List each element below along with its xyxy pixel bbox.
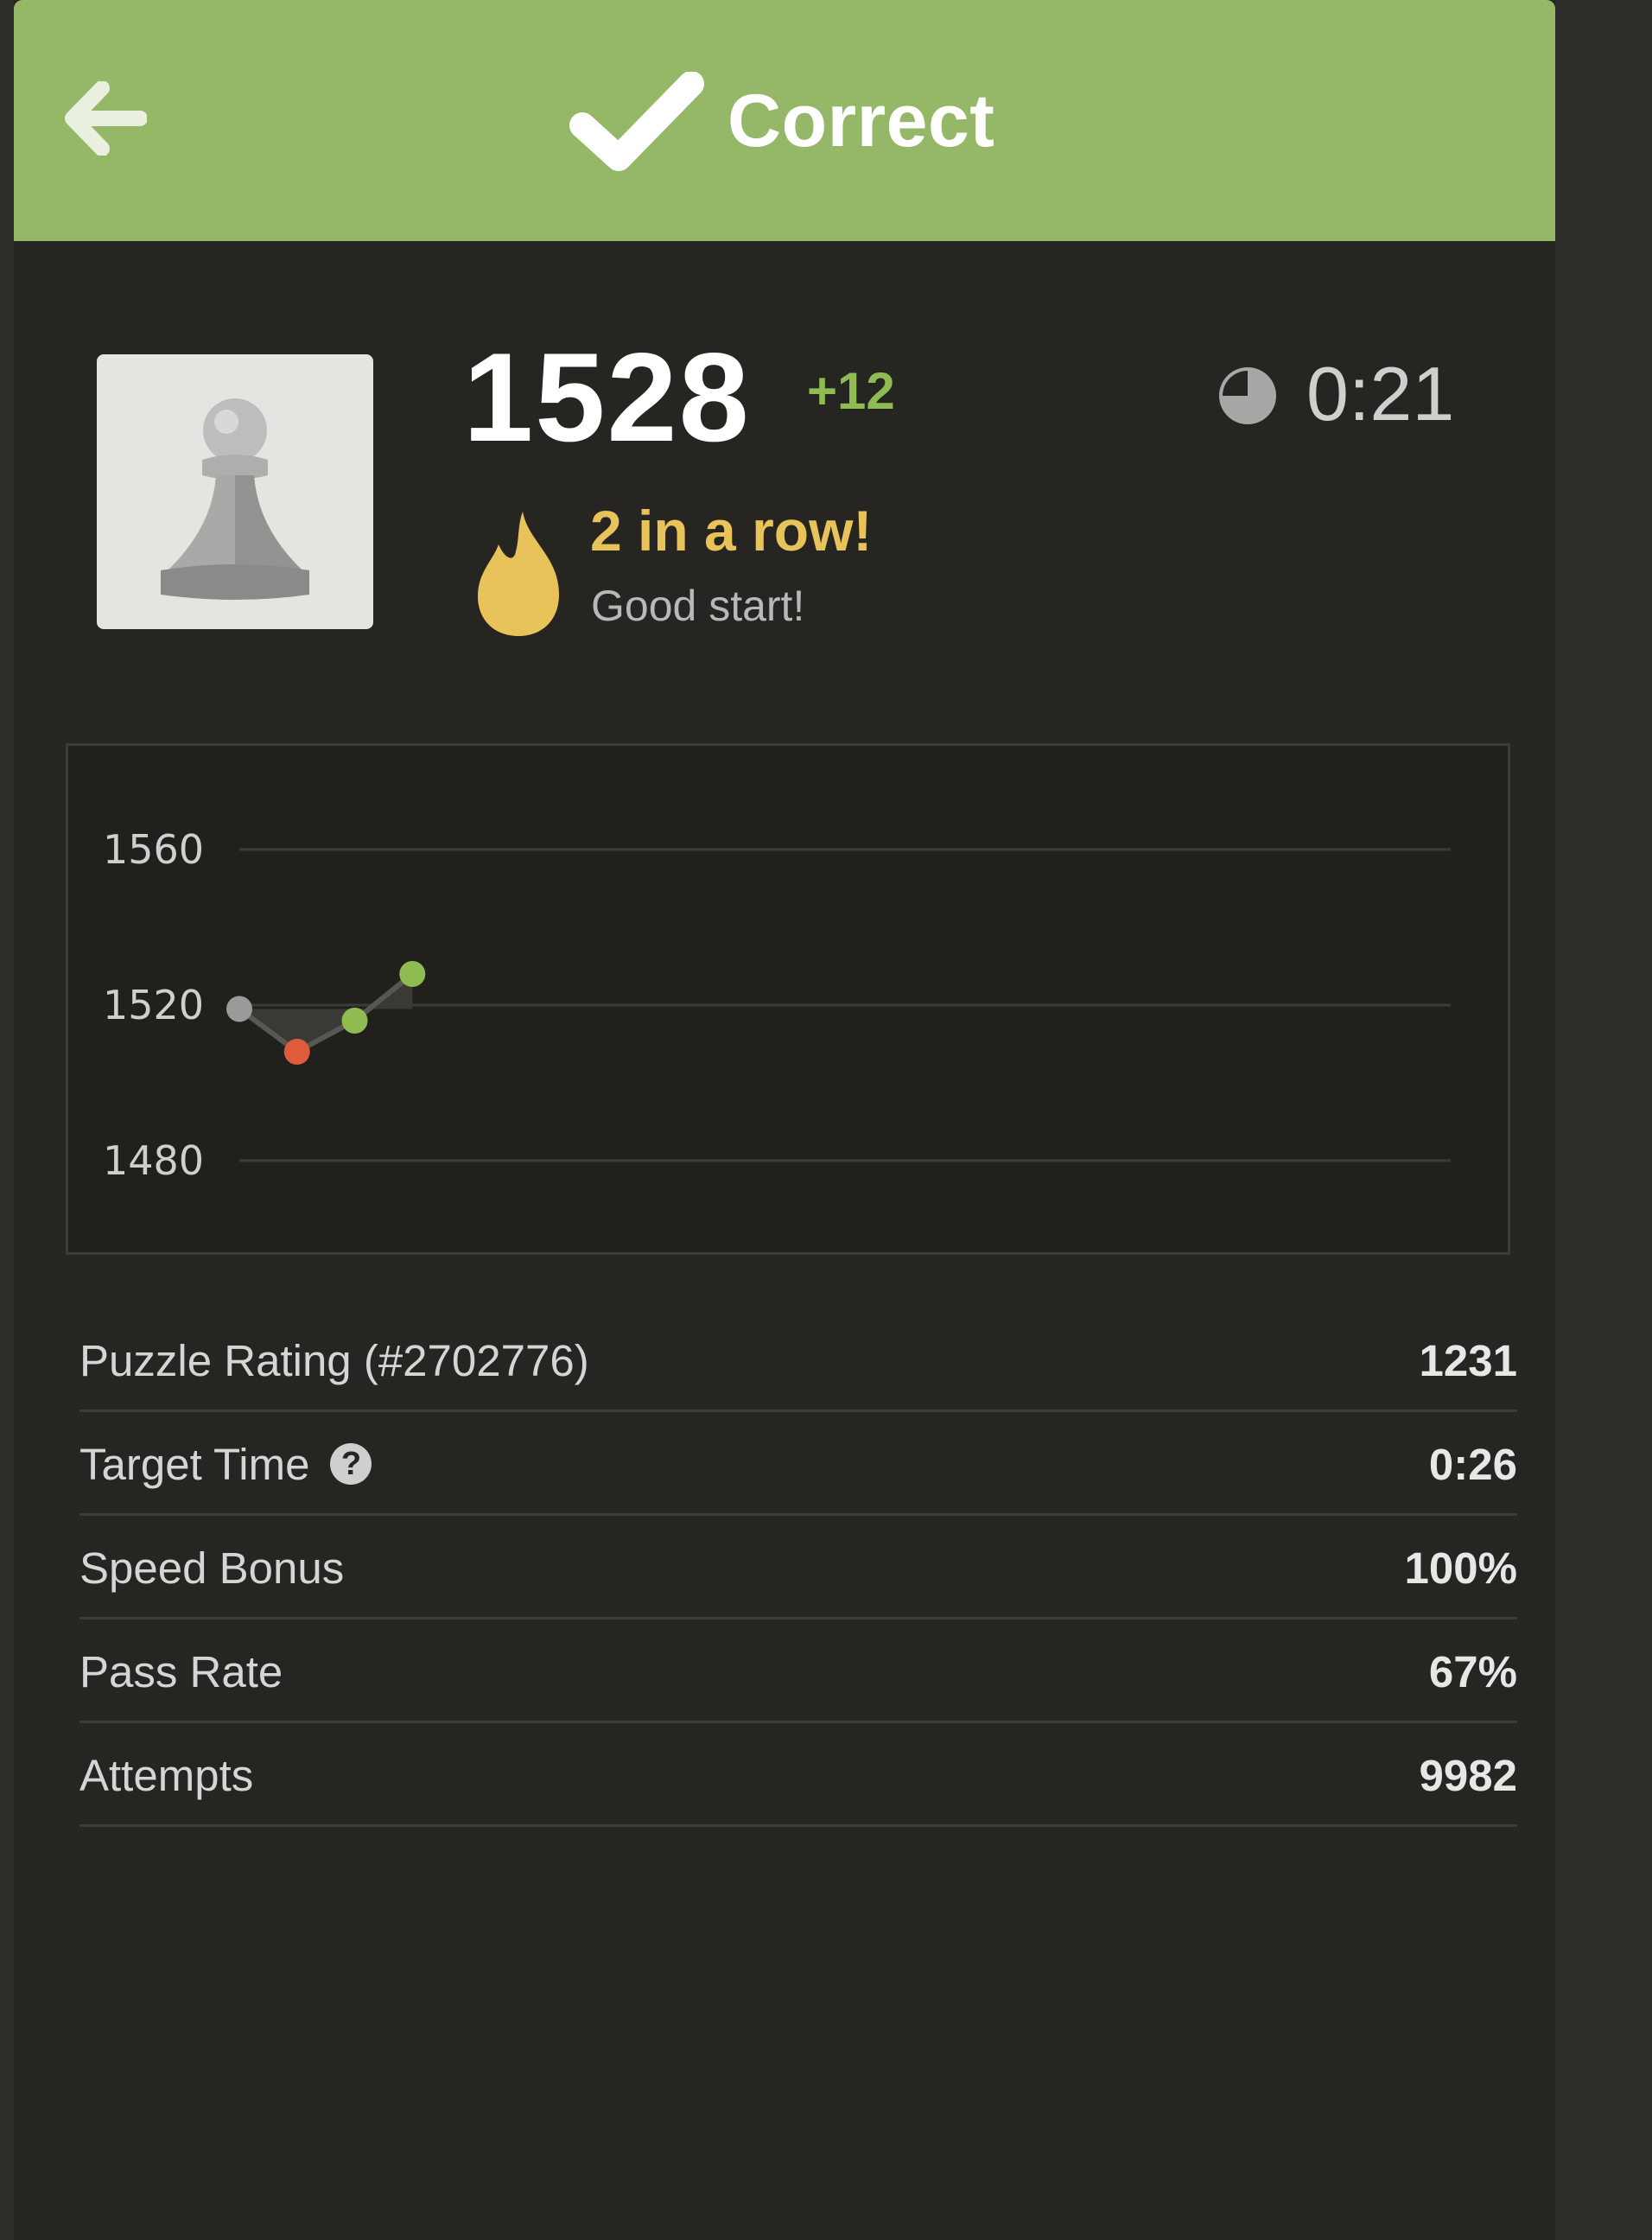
rating-chart: 1560 1520 1480 [66, 743, 1510, 1255]
stat-value: 9982 [1419, 1750, 1517, 1800]
stat-value: 1231 [1419, 1335, 1517, 1385]
stat-label-text: Target Time [79, 1439, 310, 1489]
data-point-correct [399, 961, 426, 987]
rating-area [239, 974, 413, 1052]
stat-row: Speed Bonus 100% [79, 1518, 1517, 1620]
stat-label-text: Pass Rate [79, 1646, 283, 1696]
data-point-incorrect [283, 1039, 310, 1065]
rating-chart-svg: 1560 1520 1480 [103, 826, 1451, 1184]
stat-row: Puzzle Rating (#2702776) 1231 [79, 1311, 1517, 1412]
puzzle-result-panel: Correct 1528 +12 0:21 2 in a row! Good s… [14, 0, 1555, 2240]
stat-value: 67% [1428, 1646, 1517, 1696]
y-tick-label: 1520 [103, 982, 204, 1028]
stats-list: Puzzle Rating (#2702776) 1231 Target Time?… [79, 1311, 1517, 1830]
stat-label: Speed Bonus [79, 1543, 344, 1594]
stat-label-text: Attempts [79, 1750, 254, 1800]
banner-heading: Correct [567, 69, 994, 173]
timer: 0:21 [1306, 351, 1455, 436]
rating-value: 1528 [463, 327, 751, 468]
stat-row: Attempts 9982 [79, 1726, 1517, 1827]
stat-row: Target Time? 0:26 [79, 1415, 1517, 1516]
clock-icon [1219, 367, 1276, 424]
stat-label: Pass Rate [79, 1646, 283, 1697]
streak-subtitle: Good start! [591, 582, 805, 630]
right-panel-edge [1555, 0, 1652, 2240]
stat-label-text: Puzzle Rating (#2702776) [79, 1335, 589, 1385]
avatar [97, 354, 373, 629]
y-tick-label: 1560 [103, 826, 204, 873]
stat-label-text: Speed Bonus [79, 1543, 345, 1593]
streak-title: 2 in a row! [590, 499, 873, 563]
result-banner: Correct [14, 0, 1555, 241]
back-button[interactable] [64, 80, 148, 156]
arrow-left-icon [65, 80, 148, 156]
stat-row: Pass Rate 67% [79, 1622, 1517, 1723]
stat-label: Attempts [79, 1750, 253, 1801]
stat-label: Target Time? [79, 1439, 372, 1490]
banner-title: Correct [728, 79, 995, 162]
y-tick-label: 1480 [103, 1137, 204, 1184]
stat-value: 0:26 [1428, 1439, 1517, 1489]
checkmark-icon [569, 71, 704, 171]
pawn-icon [161, 398, 309, 600]
rating-change: +12 [807, 362, 895, 420]
stat-label: Puzzle Rating (#2702776) [79, 1335, 589, 1386]
data-point-start [226, 996, 252, 1022]
flame-icon [478, 512, 559, 636]
help-icon[interactable]: ? [330, 1443, 372, 1485]
stat-value: 100% [1404, 1543, 1517, 1593]
data-point-correct [341, 1008, 368, 1034]
